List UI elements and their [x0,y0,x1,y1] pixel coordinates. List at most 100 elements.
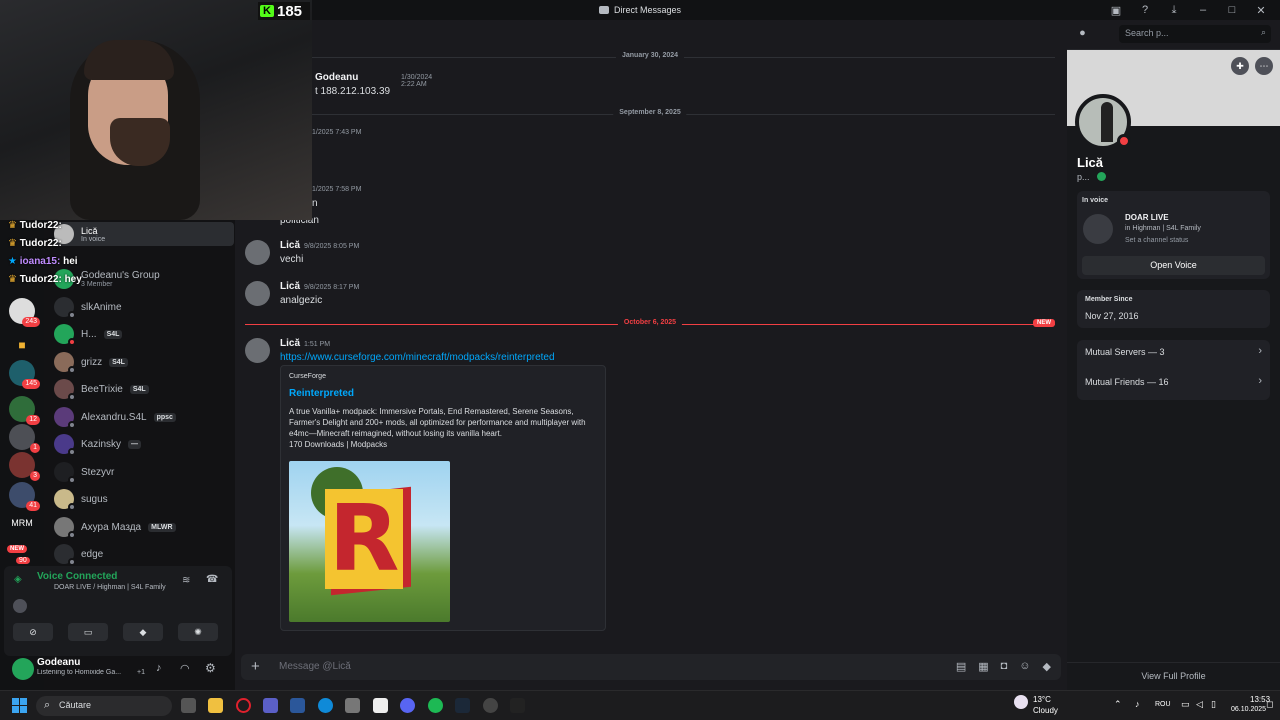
stream-chat-overlay: ♛ Tudor22: ♛ Tudor22: ★ ioana15: hei ♛ T… [0,218,200,288]
volume-icon[interactable]: ◁ [1196,699,1203,710]
obs-icon[interactable] [483,698,498,713]
weather-temp[interactable]: 13°C [1033,695,1051,704]
sticker-icon[interactable]: ◘ [1001,660,1008,673]
task-view-icon[interactable] [181,698,196,713]
activity-icon[interactable] [13,599,27,613]
chat-line: ♛ Tudor22: [8,220,62,231]
gift-icon[interactable]: ▤ [956,660,966,673]
help-icon[interactable]: ? [1138,4,1152,16]
dm-item[interactable]: Alexandru.S4L ppsc [54,405,229,429]
link-embed: CurseForge Reinterpreted A true Vanilla+… [280,365,606,631]
message-composer[interactable]: + Message @Lică ▤ ▦ ◘ ☺ ◆ [241,654,1061,680]
dm-item[interactable]: Stezyvr [54,460,229,484]
streamer-hair [84,40,174,80]
add-friend-button[interactable]: ✚ [1231,57,1249,75]
app-icon[interactable] [510,698,525,713]
more-options-button[interactable]: ⋯ [1255,57,1273,75]
start-button[interactable] [12,698,27,713]
folder-icon[interactable]: ■ [9,332,35,358]
mutual-friends-row[interactable]: Mutual Friends — 16 [1085,377,1169,387]
set-status-link[interactable]: Set a channel status [1125,237,1188,244]
server-icon[interactable]: 145 [9,360,40,389]
kick-logo-icon: K [260,5,274,17]
gif-icon[interactable]: ▦ [978,660,988,673]
embed-provider: CurseForge [289,373,326,380]
app-icon[interactable] [345,698,360,713]
spotify-icon[interactable] [428,698,443,713]
search-input[interactable]: Search p... ⌕ [1119,25,1271,43]
file-explorer-icon[interactable] [208,698,223,713]
tray-mic-icon[interactable]: ♪ [1135,699,1140,709]
message-input[interactable]: Message @Lică [279,661,351,672]
taskbar-search[interactable]: ⌕ Căutare [36,696,172,716]
message-text: n [312,198,318,209]
dm-item[interactable]: edge [54,542,229,566]
screen-share-button[interactable]: ▭ [68,623,108,641]
server-icon[interactable]: 12 [9,396,40,425]
opera-icon[interactable] [236,698,251,713]
profile-toggle-icon[interactable]: ● [1079,27,1086,40]
battery-icon[interactable]: ▯ [1211,699,1216,710]
microphone-icon[interactable]: ♪ [156,662,162,674]
dm-item[interactable]: sugus [54,487,229,511]
dm-item[interactable]: H... S4L [54,322,229,346]
avatar[interactable] [245,281,270,306]
activities-button[interactable]: ◆ [123,623,163,641]
viewer-counter: K 185 [258,2,310,20]
noise-suppression-icon[interactable]: ≋ [182,575,190,586]
voice-channel[interactable]: DOAR LIVE / Highman | S4L Family [54,584,166,591]
server-icon[interactable]: 41 [9,482,40,511]
discord-icon[interactable] [400,698,415,713]
notification-icon[interactable]: ◻ [1266,699,1273,710]
emoji-icon[interactable]: ☺ [1019,660,1030,673]
minimize-button[interactable]: – [1196,4,1210,16]
teams-icon[interactable] [263,698,278,713]
chat-line: ♛ Tudor22: [8,238,62,249]
profile-username: p... [1077,172,1090,182]
server-icon[interactable]: 1 [9,424,40,453]
dm-item[interactable]: grizz S4L [54,350,229,374]
server-icon[interactable]: 243 [9,298,40,327]
steam-icon[interactable] [455,698,470,713]
soundboard-button[interactable]: ✺ [178,623,218,641]
avatar[interactable] [245,338,270,363]
voice-status[interactable]: Voice Connected [37,571,117,582]
camera-off-button[interactable]: ⊘ [13,623,53,641]
activity-icon[interactable]: ◆ [1043,660,1051,673]
inbox-icon[interactable]: ▣ [1109,4,1123,17]
mutual-servers-row[interactable]: Mutual Servers — 3 [1085,347,1165,357]
server-icon[interactable]: MRM [9,510,35,536]
message-link[interactable]: https://www.curseforge.com/minecraft/mod… [280,352,555,363]
embed-title[interactable]: Reinterpreted [289,388,354,399]
avatar[interactable] [245,240,270,265]
maximize-button[interactable]: □ [1225,4,1239,16]
dm-item[interactable]: Ахура Мазда MLWR [54,515,229,539]
dm-item[interactable]: slkAnime [54,295,229,319]
server-icon[interactable]: 3 [9,452,40,481]
open-voice-button[interactable]: Open Voice [1082,256,1265,275]
headphones-icon[interactable]: ◠ [180,662,190,675]
voice-card: In voice DOAR LIVE in Highman | S4L Fami… [1077,191,1270,279]
close-button[interactable]: ✕ [1254,4,1268,17]
profile-avatar[interactable] [1075,94,1131,150]
search-icon: ⌕ [1260,27,1266,37]
clock-date[interactable]: 06.10.2025 [1231,706,1266,713]
input-language[interactable]: ROU [1155,701,1171,708]
weather-desc[interactable]: Cloudy [1033,706,1058,715]
edge-icon[interactable] [318,698,333,713]
word-icon[interactable] [290,698,305,713]
user-activity-extra: +1 [137,669,145,676]
embed-image[interactable]: R [289,461,450,622]
view-full-profile-button[interactable]: View Full Profile [1067,662,1280,690]
store-icon[interactable] [373,698,388,713]
user-avatar[interactable] [12,658,34,680]
add-attachment-icon[interactable]: + [251,658,260,675]
mutuals-card: Mutual Servers — 3 › Mutual Friends — 16… [1077,340,1270,400]
dm-item[interactable]: Kazinsky — [54,432,229,456]
download-icon[interactable]: ⤓ [1167,4,1181,17]
settings-gear-icon[interactable]: ⚙ [205,661,216,675]
network-icon[interactable]: ▭ [1181,699,1190,710]
tray-chevron-icon[interactable]: ⌃ [1114,699,1122,710]
disconnect-icon[interactable]: ☎ [206,574,218,585]
dm-item[interactable]: BeeTrixie S4L [54,377,229,401]
